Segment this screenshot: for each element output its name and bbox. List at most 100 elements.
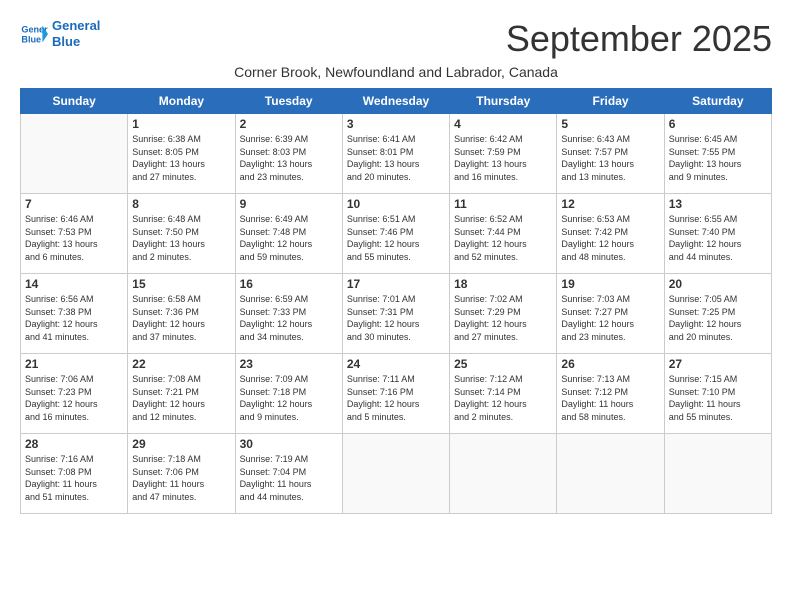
calendar-cell: 11 Sunrise: 6:52 AM Sunset: 7:44 PM Dayli…	[450, 194, 557, 274]
day-number: 6	[669, 117, 767, 131]
calendar-cell: 20Sunrise: 7:05 AM Sunset: 7:25 PM Dayli…	[664, 274, 771, 354]
day-number: 15	[132, 277, 230, 291]
calendar-cell: 22 Sunrise: 7:08 AM Sunset: 7:21 PM Dayli…	[128, 354, 235, 434]
day-info: Sunrise: 7:03 AM Sunset: 7:27 PM Dayligh…	[561, 293, 659, 343]
day-number: 12	[561, 197, 659, 211]
calendar-cell: 26 Sunrise: 7:13 AM Sunset: 7:12 PM Dayli…	[557, 354, 664, 434]
day-info: Sunrise: 7:08 AM Sunset: 7:21 PM Dayligh…	[132, 373, 230, 423]
weekday-fri: Friday	[557, 89, 664, 114]
day-info: Sunrise: 7:01 AM Sunset: 7:31 PM Dayligh…	[347, 293, 445, 343]
day-info: Sunrise: 7:18 AM Sunset: 7:06 PM Dayligh…	[132, 453, 230, 503]
calendar-cell: 12 Sunrise: 6:53 AM Sunset: 7:42 PM Dayli…	[557, 194, 664, 274]
calendar-cell: 5Sunrise: 6:43 AM Sunset: 7:57 PM Daylig…	[557, 114, 664, 194]
day-number: 13	[669, 197, 767, 211]
day-info: Sunrise: 7:19 AM Sunset: 7:04 PM Dayligh…	[240, 453, 338, 503]
calendar-week-3: 21 Sunrise: 7:06 AM Sunset: 7:23 PM Dayli…	[21, 354, 772, 434]
weekday-header-row: Sunday Monday Tuesday Wednesday Thursday…	[21, 89, 772, 114]
day-number: 4	[454, 117, 552, 131]
calendar-cell	[450, 434, 557, 514]
day-number: 25	[454, 357, 552, 371]
svg-text:Blue: Blue	[21, 34, 41, 44]
day-info: Sunrise: 6:52 AM Sunset: 7:44 PM Dayligh…	[454, 213, 552, 263]
weekday-sat: Saturday	[664, 89, 771, 114]
day-info: Sunrise: 6:55 AM Sunset: 7:40 PM Dayligh…	[669, 213, 767, 263]
day-number: 2	[240, 117, 338, 131]
weekday-wed: Wednesday	[342, 89, 449, 114]
calendar-cell: 29 Sunrise: 7:18 AM Sunset: 7:06 PM Dayli…	[128, 434, 235, 514]
calendar-cell: 17 Sunrise: 7:01 AM Sunset: 7:31 PM Dayli…	[342, 274, 449, 354]
day-number: 11	[454, 197, 552, 211]
weekday-thu: Thursday	[450, 89, 557, 114]
calendar-week-0: 1 Sunrise: 6:38 AM Sunset: 8:05 PM Daylig…	[21, 114, 772, 194]
calendar-cell: 19 Sunrise: 7:03 AM Sunset: 7:27 PM Dayli…	[557, 274, 664, 354]
day-number: 19	[561, 277, 659, 291]
day-info: Sunrise: 6:42 AM Sunset: 7:59 PM Dayligh…	[454, 133, 552, 183]
day-number: 22	[132, 357, 230, 371]
day-number: 26	[561, 357, 659, 371]
page: General Blue General Blue September 2025…	[0, 0, 792, 524]
calendar-week-4: 28 Sunrise: 7:16 AM Sunset: 7:08 PM Dayli…	[21, 434, 772, 514]
day-info: Sunrise: 6:48 AM Sunset: 7:50 PM Dayligh…	[132, 213, 230, 263]
day-info: Sunrise: 7:15 AM Sunset: 7:10 PM Dayligh…	[669, 373, 767, 423]
day-number: 29	[132, 437, 230, 451]
day-info: Sunrise: 7:02 AM Sunset: 7:29 PM Dayligh…	[454, 293, 552, 343]
calendar-cell: 27 Sunrise: 7:15 AM Sunset: 7:10 PM Dayli…	[664, 354, 771, 434]
calendar-cell: 24Sunrise: 7:11 AM Sunset: 7:16 PM Dayli…	[342, 354, 449, 434]
weekday-mon: Monday	[128, 89, 235, 114]
day-number: 18	[454, 277, 552, 291]
day-info: Sunrise: 6:58 AM Sunset: 7:36 PM Dayligh…	[132, 293, 230, 343]
calendar-cell: 25 Sunrise: 7:12 AM Sunset: 7:14 PM Dayli…	[450, 354, 557, 434]
calendar-week-2: 14Sunrise: 6:56 AM Sunset: 7:38 PM Dayli…	[21, 274, 772, 354]
day-info: Sunrise: 7:05 AM Sunset: 7:25 PM Dayligh…	[669, 293, 767, 343]
day-number: 9	[240, 197, 338, 211]
calendar-cell: 21 Sunrise: 7:06 AM Sunset: 7:23 PM Dayli…	[21, 354, 128, 434]
day-number: 23	[240, 357, 338, 371]
day-number: 21	[25, 357, 123, 371]
calendar-cell	[342, 434, 449, 514]
calendar-cell: 8 Sunrise: 6:48 AM Sunset: 7:50 PM Daylig…	[128, 194, 235, 274]
calendar-cell: 9 Sunrise: 6:49 AM Sunset: 7:48 PM Daylig…	[235, 194, 342, 274]
day-info: Sunrise: 6:41 AM Sunset: 8:01 PM Dayligh…	[347, 133, 445, 183]
day-number: 10	[347, 197, 445, 211]
day-info: Sunrise: 6:49 AM Sunset: 7:48 PM Dayligh…	[240, 213, 338, 263]
calendar-cell: 30Sunrise: 7:19 AM Sunset: 7:04 PM Dayli…	[235, 434, 342, 514]
day-info: Sunrise: 6:45 AM Sunset: 7:55 PM Dayligh…	[669, 133, 767, 183]
calendar-cell: 18 Sunrise: 7:02 AM Sunset: 7:29 PM Dayli…	[450, 274, 557, 354]
calendar-cell: 28 Sunrise: 7:16 AM Sunset: 7:08 PM Dayli…	[21, 434, 128, 514]
day-number: 27	[669, 357, 767, 371]
calendar-cell: 6 Sunrise: 6:45 AM Sunset: 7:55 PM Daylig…	[664, 114, 771, 194]
day-number: 3	[347, 117, 445, 131]
day-info: Sunrise: 6:39 AM Sunset: 8:03 PM Dayligh…	[240, 133, 338, 183]
calendar-cell: 16Sunrise: 6:59 AM Sunset: 7:33 PM Dayli…	[235, 274, 342, 354]
day-info: Sunrise: 7:16 AM Sunset: 7:08 PM Dayligh…	[25, 453, 123, 503]
calendar-cell: 23 Sunrise: 7:09 AM Sunset: 7:18 PM Dayli…	[235, 354, 342, 434]
header: General Blue General Blue September 2025	[20, 18, 772, 60]
calendar-cell: 2 Sunrise: 6:39 AM Sunset: 8:03 PM Daylig…	[235, 114, 342, 194]
logo: General Blue General Blue	[20, 18, 100, 49]
day-info: Sunrise: 7:12 AM Sunset: 7:14 PM Dayligh…	[454, 373, 552, 423]
calendar-cell: 14Sunrise: 6:56 AM Sunset: 7:38 PM Dayli…	[21, 274, 128, 354]
day-info: Sunrise: 7:06 AM Sunset: 7:23 PM Dayligh…	[25, 373, 123, 423]
day-info: Sunrise: 6:46 AM Sunset: 7:53 PM Dayligh…	[25, 213, 123, 263]
subtitle: Corner Brook, Newfoundland and Labrador,…	[20, 64, 772, 80]
day-info: Sunrise: 6:53 AM Sunset: 7:42 PM Dayligh…	[561, 213, 659, 263]
day-number: 1	[132, 117, 230, 131]
day-info: Sunrise: 6:38 AM Sunset: 8:05 PM Dayligh…	[132, 133, 230, 183]
logo-text: General Blue	[52, 18, 100, 49]
calendar-cell: 3 Sunrise: 6:41 AM Sunset: 8:01 PM Daylig…	[342, 114, 449, 194]
weekday-tue: Tuesday	[235, 89, 342, 114]
calendar-cell	[557, 434, 664, 514]
calendar-week-1: 7Sunrise: 6:46 AM Sunset: 7:53 PM Daylig…	[21, 194, 772, 274]
calendar-cell: 1 Sunrise: 6:38 AM Sunset: 8:05 PM Daylig…	[128, 114, 235, 194]
day-info: Sunrise: 7:13 AM Sunset: 7:12 PM Dayligh…	[561, 373, 659, 423]
day-number: 28	[25, 437, 123, 451]
month-title: September 2025	[506, 18, 772, 60]
day-number: 14	[25, 277, 123, 291]
day-number: 17	[347, 277, 445, 291]
calendar-cell: 10Sunrise: 6:51 AM Sunset: 7:46 PM Dayli…	[342, 194, 449, 274]
calendar-cell: 4 Sunrise: 6:42 AM Sunset: 7:59 PM Daylig…	[450, 114, 557, 194]
calendar-cell: 7Sunrise: 6:46 AM Sunset: 7:53 PM Daylig…	[21, 194, 128, 274]
day-number: 8	[132, 197, 230, 211]
day-info: Sunrise: 7:09 AM Sunset: 7:18 PM Dayligh…	[240, 373, 338, 423]
day-number: 5	[561, 117, 659, 131]
